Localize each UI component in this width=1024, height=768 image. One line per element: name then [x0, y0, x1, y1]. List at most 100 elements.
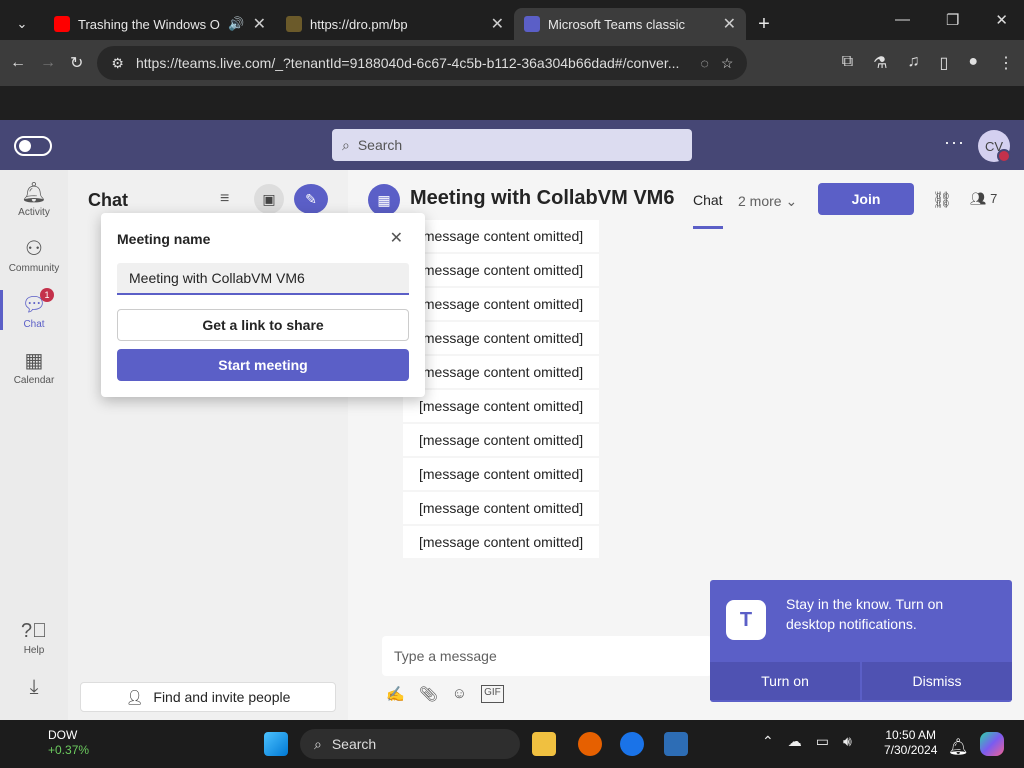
message-bubble: [message content omitted] — [403, 526, 600, 558]
sidebar-icon[interactable]: ▯ — [940, 53, 949, 73]
notification-bell-icon[interactable]: 🔔︎ — [948, 737, 968, 756]
help-icon: ?⃝ — [20, 620, 48, 642]
teams-header: ⌕ Search ··· CV — [0, 120, 1024, 170]
copy-link-icon[interactable]: ⛓ — [932, 190, 952, 210]
tab-search-button[interactable]: ⌄ — [0, 8, 44, 40]
rail-item-community[interactable]: ⚇ Community — [0, 236, 68, 274]
community-icon: ⚇ — [25, 238, 43, 260]
invite-person-icon: 👤︎ — [125, 688, 144, 705]
site-info-icon[interactable]: ⚙ — [111, 55, 124, 72]
eye-off-icon[interactable]: ◌ — [701, 55, 709, 71]
browser-tab-2[interactable]: https://dro.pm/bp ✕ — [276, 8, 514, 40]
dismiss-button[interactable]: Dismiss — [862, 662, 1012, 700]
close-tab-icon[interactable]: ✕ — [723, 14, 736, 34]
search-input[interactable]: ⌕ Search — [332, 129, 692, 161]
attach-icon[interactable]: 📎︎ — [419, 685, 438, 703]
filter-icon[interactable]: ≡ — [220, 190, 229, 208]
new-tab-button[interactable]: + — [746, 8, 782, 40]
more-options-icon[interactable]: ··· — [944, 132, 965, 153]
unread-badge: 1 — [40, 288, 54, 302]
tray-chevron-icon[interactable]: ⌃ — [762, 733, 774, 750]
close-icon[interactable]: ✕ — [390, 228, 403, 248]
message-composer[interactable]: Type a message — [382, 636, 712, 676]
start-icon[interactable] — [264, 732, 288, 756]
new-teams-toggle[interactable] — [14, 136, 52, 156]
minimize-icon[interactable]: — — [895, 11, 910, 29]
teams-favicon-icon — [524, 16, 540, 32]
calendar-icon: ▦ — [24, 350, 44, 372]
bell-icon: 🔔︎ — [21, 182, 47, 204]
rail-item-chat[interactable]: 💬︎ 1 Chat — [0, 288, 68, 330]
find-invite-people-button[interactable]: 👤︎ Find and invite people — [80, 682, 336, 712]
cloud-off-icon[interactable]: ☁ — [788, 733, 802, 750]
rail-item-help[interactable]: ?⃝ Help — [0, 620, 68, 656]
gif-icon[interactable]: GIF — [481, 685, 504, 703]
format-icon[interactable]: ✍ — [386, 685, 405, 703]
message-bubble: [message content omitted] — [403, 322, 600, 354]
message-bubble: [message content omitted] — [403, 424, 600, 456]
browser-tab-1[interactable]: Trashing the Windows OO 🔊 ✕ — [44, 8, 276, 40]
more-tabs-dropdown[interactable]: 2 more ⌄ — [738, 193, 797, 210]
new-chat-button[interactable]: ✎ — [294, 184, 328, 214]
forward-icon[interactable]: → — [40, 54, 56, 72]
meeting-name-label: Meeting name — [117, 231, 211, 247]
compose-icon: ✎ — [305, 190, 317, 207]
message-bubble: [message content omitted] — [403, 220, 600, 252]
notification-toast: T Stay in the know. Turn on desktop noti… — [710, 580, 1012, 702]
meeting-name-input[interactable] — [117, 263, 409, 295]
browser-tab-3[interactable]: Microsoft Teams classic ✕ — [514, 8, 746, 40]
browser-tab-bar: ⌄ Trashing the Windows OO 🔊 ✕ https://dr… — [0, 0, 1024, 40]
rail-item-calendar[interactable]: ▦ Calendar — [0, 348, 68, 386]
meet-now-button[interactable]: ▣ — [254, 184, 284, 214]
address-bar[interactable]: ⚙ https://teams.live.com/_?tenantId=9188… — [97, 46, 748, 80]
tab-chat[interactable]: Chat — [693, 192, 723, 229]
file-explorer-icon[interactable] — [532, 732, 556, 756]
rail-item-activity[interactable]: 🔔︎ Activity — [0, 180, 68, 218]
chevron-down-icon: ⌄ — [16, 16, 28, 31]
message-bubble: [message content omitted] — [403, 492, 600, 524]
conversation-title: Meeting with CollabVM VM6 — [410, 187, 675, 209]
avatar[interactable]: CV — [978, 130, 1011, 163]
message-bubble: [message content omitted] — [403, 288, 600, 320]
volume-icon[interactable]: 🔊︎ — [843, 733, 852, 750]
site-favicon-icon — [286, 16, 302, 32]
download-app-button[interactable]: ⤓ — [0, 676, 68, 701]
get-link-button[interactable]: Get a link to share — [117, 309, 409, 341]
extensions-icon[interactable]: ⧉ — [842, 53, 853, 73]
composer-tools: ✍ 📎︎ ☺ GIF — [386, 685, 504, 703]
close-tab-icon[interactable]: ✕ — [491, 14, 504, 34]
virtualbox-icon[interactable] — [664, 732, 688, 756]
clock[interactable]: 10:50 AM 7/30/2024 — [884, 728, 937, 758]
profile-icon[interactable]: ● — [968, 53, 978, 73]
message-list: [message content omitted] [message conte… — [403, 220, 823, 560]
restore-icon[interactable]: ❐ — [946, 11, 959, 29]
taskbar-search[interactable]: ⌕ Search — [300, 729, 520, 759]
bookmark-star-icon[interactable]: ☆ — [721, 55, 734, 72]
start-meeting-button[interactable]: Start meeting — [117, 349, 409, 381]
browser-toolbar: ← → ↻ ⚙ https://teams.live.com/_?tenantI… — [0, 40, 1024, 86]
teams-logo-icon: T — [726, 600, 766, 640]
reload-icon[interactable]: ↻ — [70, 53, 83, 73]
copilot-icon[interactable] — [980, 732, 1004, 756]
search-icon: ⌕ — [342, 136, 350, 153]
stock-widget[interactable]: DOW +0.37% — [20, 728, 89, 758]
join-button[interactable]: Join — [818, 183, 914, 215]
close-tab-icon[interactable]: ✕ — [253, 14, 266, 34]
participants-button[interactable]: 👥︎ 7 — [970, 191, 997, 207]
close-window-icon[interactable]: ✕ — [995, 11, 1008, 29]
firefox-icon[interactable] — [578, 732, 602, 756]
system-tray: ⌃ ☁ ▭ 🔊︎ — [762, 733, 852, 750]
windows-taskbar: DOW +0.37% ⌕ Search ⌃ ☁ ▭ 🔊︎ 10:50 AM 7/… — [0, 720, 1024, 768]
speaker-icon[interactable]: 🔊 — [228, 16, 244, 32]
message-bubble: [message content omitted] — [403, 458, 600, 490]
menu-icon[interactable]: ⋮ — [998, 53, 1014, 73]
back-icon[interactable]: ← — [10, 54, 26, 72]
labs-icon[interactable]: ⚗ — [873, 53, 887, 73]
display-icon[interactable]: ▭ — [816, 733, 829, 750]
video-icon: ▣ — [262, 190, 276, 207]
message-bubble: [message content omitted] — [403, 356, 600, 388]
media-icon[interactable]: ♫ — [908, 53, 920, 73]
chrome-icon[interactable] — [620, 732, 644, 756]
emoji-icon[interactable]: ☺ — [452, 685, 467, 703]
turn-on-button[interactable]: Turn on — [710, 662, 860, 700]
